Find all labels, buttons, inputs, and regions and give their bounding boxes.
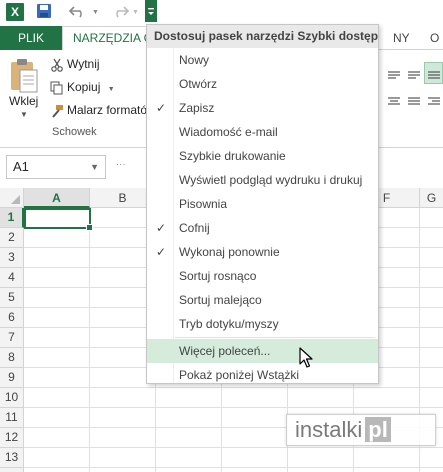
undo-icon[interactable] [68, 3, 88, 22]
menu-item-label: Zapisz [179, 101, 215, 115]
customize-qat-menu: Dostosuj pasek narzędzi Szybki dostęp No… [146, 24, 379, 384]
tab-partial-ny[interactable]: NY [393, 26, 410, 50]
menu-item-label: Wykonaj ponownie [179, 245, 280, 259]
row-header-1[interactable]: 1 [0, 208, 24, 228]
menu-item[interactable]: ✓ Wykonaj ponownie [147, 240, 378, 264]
menu-item[interactable]: Więcej poleceń... [147, 339, 378, 363]
row-header-3[interactable]: 3 [0, 248, 24, 268]
tab-home[interactable]: NARZĘDZIA GŁÓWNE [62, 26, 148, 51]
clipboard-group-label: Schowek [52, 126, 97, 138]
copy-dropdown-icon[interactable]: ▼ [108, 86, 115, 93]
menu-item-label: Cofnij [179, 221, 210, 235]
instalki-watermark: instalki pl [286, 414, 436, 446]
undo-dropdown-icon[interactable]: ▼ [92, 9, 99, 16]
redo-icon[interactable] [110, 3, 130, 22]
row-header-13[interactable]: 13 [0, 448, 24, 468]
menu-item[interactable]: Pokaż poniżej Wstążki [147, 363, 378, 387]
copy-label: Kopiuj [67, 80, 101, 94]
cut-button[interactable]: Wytnij [50, 54, 100, 74]
checkmark-icon: ✓ [156, 221, 167, 235]
menu-item[interactable]: Szybkie drukowanie [147, 144, 378, 168]
menu-item[interactable]: Wyświetl podgląd wydruku i drukuj [147, 168, 378, 192]
column-header-g[interactable]: G [420, 188, 443, 208]
menu-title: Dostosuj pasek narzędzi Szybki dostęp [147, 25, 378, 48]
copy-icon [50, 81, 63, 95]
scissors-icon [51, 58, 63, 72]
menu-item[interactable]: Nowy [147, 48, 378, 72]
menu-item[interactable]: Sortuj rosnąco [147, 264, 378, 288]
row-header-11[interactable]: 11 [0, 408, 24, 428]
menu-separator [175, 337, 375, 338]
row-header-8[interactable]: 8 [0, 348, 24, 368]
paste-dropdown-icon[interactable]: ▼ [20, 110, 28, 119]
menu-item-label: Wiadomość e-mail [179, 125, 278, 139]
menu-item[interactable]: Sortuj malejąco [147, 288, 378, 312]
row-header-7[interactable]: 7 [0, 328, 24, 348]
brush-icon [52, 104, 63, 118]
name-box[interactable]: A1 ▼ [6, 155, 106, 179]
menu-item-label: Sortuj malejąco [179, 293, 262, 307]
customize-qat-button[interactable] [145, 0, 157, 22]
active-cell-a1[interactable] [24, 208, 93, 231]
column-header-a[interactable]: A [24, 188, 90, 208]
menu-item[interactable]: Pisownia [147, 192, 378, 216]
checkmark-icon: ✓ [156, 101, 167, 115]
menu-item-label: Nowy [179, 53, 210, 67]
row-header-9[interactable]: 9 [0, 368, 24, 388]
menu-item-label: Szybkie drukowanie [179, 149, 286, 163]
paste-label: Wklej [9, 94, 39, 108]
row-header-12[interactable]: 12 [0, 428, 24, 448]
chevron-down-icon[interactable]: ▼ [90, 156, 99, 178]
alignment-icons[interactable] [384, 66, 443, 116]
name-box-value: A1 [13, 159, 29, 174]
menu-item-label: Więcej poleceń... [179, 344, 271, 358]
menu-item[interactable]: Tryb dotyku/myszy [147, 312, 378, 336]
format-painter-button[interactable]: Malarz formatów [50, 100, 156, 120]
mouse-cursor-icon [299, 347, 313, 368]
menu-item[interactable]: ✓ Zapisz [147, 96, 378, 120]
row-header-10[interactable]: 10 [0, 388, 24, 408]
watermark-badge: pl [365, 417, 391, 442]
tab-file[interactable]: PLIK [0, 26, 62, 50]
menu-item-label: Pokaż poniżej Wstążki [179, 368, 300, 382]
formula-bar-grip-icon[interactable]: ⋮ [116, 160, 126, 170]
row-header-2[interactable]: 2 [0, 228, 24, 248]
checkmark-icon: ✓ [156, 245, 167, 259]
menu-item-label: Tryb dotyku/myszy [179, 317, 279, 331]
paste-button[interactable] [6, 56, 40, 118]
menu-item[interactable]: ✓ Cofnij [147, 216, 378, 240]
cut-label: Wytnij [67, 57, 100, 71]
menu-item[interactable]: Wiadomość e-mail [147, 120, 378, 144]
select-all-button[interactable] [0, 188, 24, 208]
row-header-14[interactable]: 14 [0, 468, 24, 472]
watermark-text: instalki [295, 417, 363, 442]
row-header-5[interactable]: 5 [0, 288, 24, 308]
row-header-6[interactable]: 6 [0, 308, 24, 328]
format-painter-label: Malarz formatów [67, 103, 156, 117]
copy-button[interactable]: Kopiuj ▼ [50, 77, 115, 97]
menu-item-label: Sortuj rosnąco [179, 269, 257, 283]
menu-item-label: Wyświetl podgląd wydruku i drukuj [179, 173, 363, 187]
menu-item-label: Pisownia [179, 197, 228, 211]
excel-icon[interactable]: X [6, 3, 24, 21]
tab-partial-o[interactable]: O [430, 26, 439, 50]
menu-item-label: Otwórz [179, 77, 218, 91]
save-icon[interactable] [36, 3, 52, 22]
redo-dropdown-icon[interactable]: ▼ [132, 9, 139, 16]
row-header-4[interactable]: 4 [0, 268, 24, 288]
menu-item[interactable]: Otwórz [147, 72, 378, 96]
quick-access-toolbar: X ▼ ▼ [0, 0, 443, 26]
